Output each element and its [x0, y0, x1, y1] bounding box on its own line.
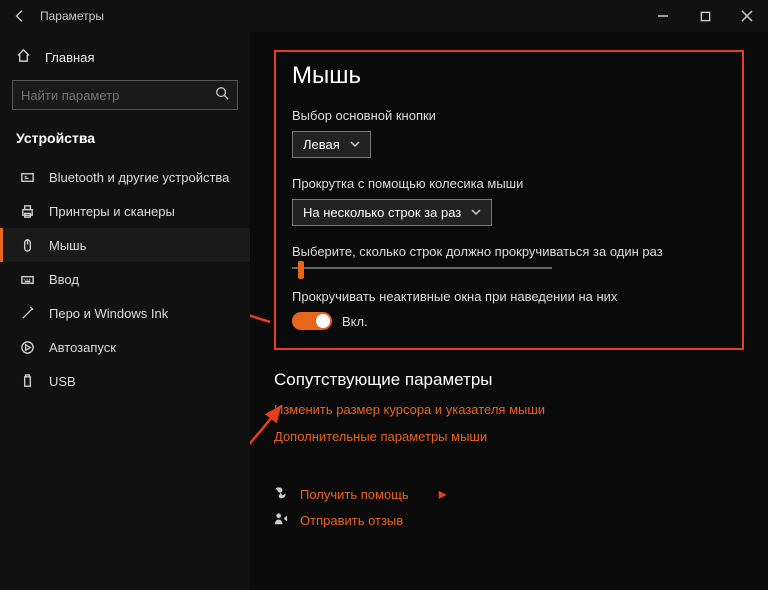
search-icon	[215, 86, 229, 105]
category-label: Устройства	[0, 124, 250, 160]
page-title: Мышь	[292, 62, 726, 90]
sidebar-item-autoplay[interactable]: Автозапуск	[0, 330, 250, 364]
chevron-down-icon	[350, 137, 360, 152]
sidebar-item-typing[interactable]: Ввод	[0, 262, 250, 296]
sidebar-item-label: Перо и Windows Ink	[49, 306, 168, 321]
sidebar-item-usb[interactable]: USB	[0, 364, 250, 398]
sidebar-item-label: Автозапуск	[49, 340, 116, 355]
back-button[interactable]	[0, 0, 40, 32]
lines-label: Выберите, сколько строк должно прокручив…	[292, 244, 726, 259]
printer-icon	[19, 203, 35, 219]
home-link[interactable]: Главная	[0, 42, 250, 72]
link-additional-mouse[interactable]: Дополнительные параметры мыши	[274, 429, 744, 444]
window-title: Параметры	[40, 9, 104, 23]
primary-button-dropdown[interactable]: Левая	[292, 131, 371, 158]
sidebar-item-label: Bluetooth и другие устройства	[49, 170, 229, 185]
help-icon	[274, 486, 290, 502]
dropdown-value: На несколько строк за раз	[303, 205, 461, 220]
search-box[interactable]	[12, 80, 238, 110]
search-input[interactable]	[21, 88, 215, 103]
pen-icon	[19, 305, 35, 321]
sidebar-item-printers[interactable]: Принтеры и сканеры	[0, 194, 250, 228]
slider-thumb[interactable]	[298, 261, 304, 279]
usb-icon	[19, 373, 35, 389]
dropdown-value: Левая	[303, 137, 340, 152]
link-get-help[interactable]: Получить помощь	[300, 487, 409, 502]
link-cursor-size[interactable]: Изменить размер курсора и указателя мыши	[274, 402, 744, 417]
sidebar-item-label: USB	[49, 374, 76, 389]
minimize-button[interactable]	[642, 0, 684, 32]
inactive-windows-label: Прокручивать неактивные окна при наведен…	[292, 289, 726, 304]
sidebar-item-pen[interactable]: Перо и Windows Ink	[0, 296, 250, 330]
bluetooth-icon	[19, 169, 35, 185]
feedback-icon	[274, 512, 290, 528]
close-button[interactable]	[726, 0, 768, 32]
home-label: Главная	[45, 50, 94, 65]
link-feedback[interactable]: Отправить отзыв	[300, 513, 403, 528]
inactive-windows-toggle[interactable]	[292, 312, 332, 330]
sidebar: Главная Устройства Bluetooth и другие ус…	[0, 32, 250, 590]
sidebar-item-bluetooth[interactable]: Bluetooth и другие устройства	[0, 160, 250, 194]
related-settings-heading: Сопутствующие параметры	[274, 370, 744, 390]
annotation-highlight: Мышь Выбор основной кнопки Левая Прокрут…	[274, 50, 744, 350]
home-icon	[16, 48, 31, 66]
scroll-wheel-dropdown[interactable]: На несколько строк за раз	[292, 199, 492, 226]
lines-slider[interactable]	[292, 267, 552, 269]
toggle-knob	[316, 314, 330, 328]
primary-button-label: Выбор основной кнопки	[292, 108, 726, 123]
sidebar-item-mouse[interactable]: Мышь	[0, 228, 250, 262]
sidebar-item-label: Принтеры и сканеры	[49, 204, 175, 219]
toggle-state-label: Вкл.	[342, 314, 368, 329]
autoplay-icon	[19, 339, 35, 355]
chevron-down-icon	[471, 205, 481, 220]
maximize-button[interactable]	[684, 0, 726, 32]
mouse-icon	[19, 237, 35, 253]
sidebar-item-label: Ввод	[49, 272, 79, 287]
arrow-annotation-icon: ▸	[439, 484, 447, 504]
sidebar-item-label: Мышь	[49, 238, 86, 253]
keyboard-icon	[19, 271, 35, 287]
main-panel: Мышь Выбор основной кнопки Левая Прокрут…	[250, 32, 768, 590]
scroll-wheel-label: Прокрутка с помощью колесика мыши	[292, 176, 726, 191]
